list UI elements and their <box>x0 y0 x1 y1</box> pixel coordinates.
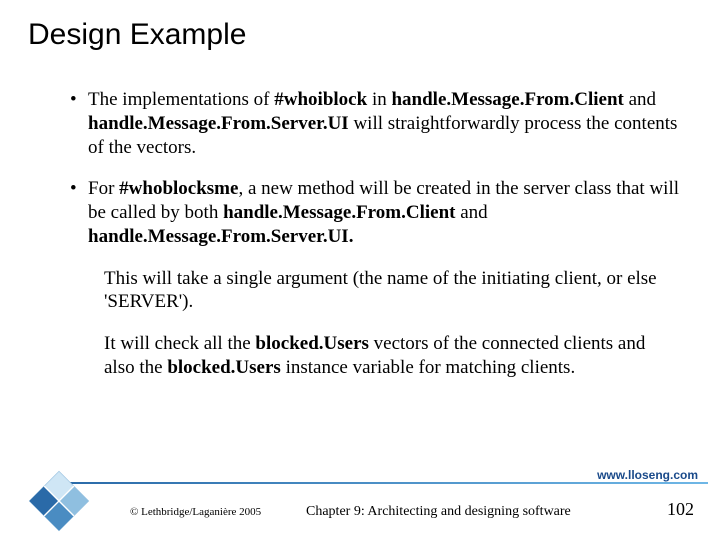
code-whoblocksme: #whoblocksme <box>119 178 238 199</box>
footer-copyright: © Lethbridge/Laganière 2005 <box>130 506 261 518</box>
sub-bullet-2: It will check all the blocked.Users vect… <box>104 332 664 380</box>
footer-diamond-icon <box>24 466 94 536</box>
footer-chapter: Chapter 9: Architecting and designing so… <box>306 504 571 520</box>
slide-title: Design Example <box>28 18 246 52</box>
slide-footer: www.lloseng.com © Lethbridge/Laganière 2… <box>0 468 720 540</box>
text: For <box>88 178 119 199</box>
text: The implementations of <box>88 89 274 110</box>
footer-accent-line <box>62 482 708 484</box>
text: It will check all the <box>104 333 255 354</box>
code-handle-client: handle.Message.From.Client <box>223 202 455 223</box>
code-handle-server-ui: handle.Message.From.Server.UI. <box>88 226 353 247</box>
slide-body: The implementations of #whoiblock in han… <box>70 88 680 398</box>
code-handle-server-ui: handle.Message.From.Server.UI <box>88 113 349 134</box>
text: instance variable for matching clients. <box>281 357 575 378</box>
bullet-1: The implementations of #whoiblock in han… <box>70 88 680 159</box>
text: and <box>624 89 656 110</box>
text: in <box>367 89 391 110</box>
footer-page-number: 102 <box>667 499 694 520</box>
slide: Design Example The implementations of #w… <box>0 0 720 540</box>
code-whoiblock: #whoiblock <box>274 89 367 110</box>
code-blocked-users: blocked.Users <box>255 333 368 354</box>
code-handle-client: handle.Message.From.Client <box>391 89 623 110</box>
text: and <box>455 202 487 223</box>
sub-bullet-1: This will take a single argument (the na… <box>104 267 664 315</box>
bullet-2: For #whoblocksme, a new method will be c… <box>70 177 680 248</box>
footer-url: www.lloseng.com <box>597 468 698 482</box>
code-blocked-users: blocked.Users <box>167 357 280 378</box>
